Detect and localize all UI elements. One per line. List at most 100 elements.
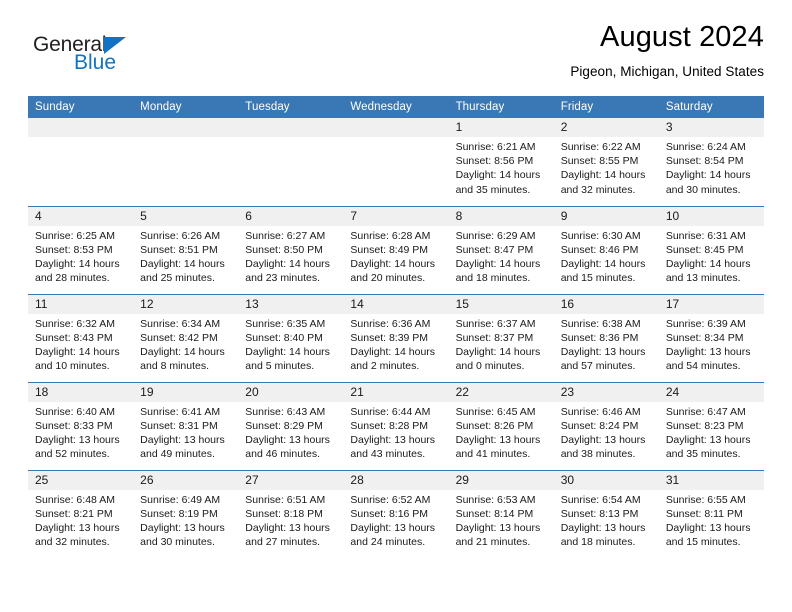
calendar-day-cell[interactable]: 10 Sunrise: 6:31 AM Sunset: 8:45 PM Dayli… bbox=[658, 205, 764, 294]
general-blue-logo[interactable]: General Blue bbox=[33, 34, 193, 82]
calendar-day-cell[interactable]: 19 Sunrise: 6:41 AM Sunset: 8:31 PM Dayli… bbox=[133, 381, 239, 470]
calendar-day-cell[interactable]: 16 Sunrise: 6:38 AM Sunset: 8:36 PM Dayli… bbox=[553, 293, 659, 382]
logo-text-blue: Blue bbox=[74, 51, 117, 74]
day-sun-details bbox=[343, 137, 448, 140]
day-sun-details: Sunrise: 6:27 AM Sunset: 8:50 PM Dayligh… bbox=[245, 229, 330, 285]
calendar-day-cell-empty bbox=[28, 118, 134, 206]
day-sun-details bbox=[238, 137, 343, 140]
calendar-day-cell[interactable]: 29 Sunrise: 6:53 AM Sunset: 8:14 PM Dayli… bbox=[448, 469, 554, 558]
calendar-page: General Blue August 2024 Pigeon, Michiga… bbox=[0, 0, 792, 612]
day-sun-details: Sunrise: 6:48 AM Sunset: 8:21 PM Dayligh… bbox=[35, 493, 120, 549]
day-number bbox=[28, 118, 134, 137]
day-number: 22 bbox=[448, 382, 554, 402]
calendar-day-cell[interactable]: 11 Sunrise: 6:32 AM Sunset: 8:43 PM Dayli… bbox=[28, 293, 134, 382]
day-sun-details: Sunrise: 6:22 AM Sunset: 8:55 PM Dayligh… bbox=[560, 141, 646, 196]
day-number: 10 bbox=[658, 206, 764, 226]
calendar-day-cell[interactable]: 27 Sunrise: 6:51 AM Sunset: 8:18 PM Dayli… bbox=[238, 469, 344, 558]
day-number: 13 bbox=[238, 294, 344, 314]
day-sun-details: Sunrise: 6:41 AM Sunset: 8:31 PM Dayligh… bbox=[140, 405, 225, 461]
day-number: 2 bbox=[553, 118, 659, 137]
day-sun-details: Sunrise: 6:29 AM Sunset: 8:47 PM Dayligh… bbox=[455, 229, 541, 285]
day-sun-details: Sunrise: 6:55 AM Sunset: 8:11 PM Dayligh… bbox=[665, 493, 751, 549]
day-number: 4 bbox=[28, 206, 134, 226]
day-sun-details: Sunrise: 6:25 AM Sunset: 8:53 PM Dayligh… bbox=[35, 229, 120, 285]
day-number: 7 bbox=[343, 206, 449, 226]
calendar-day-cell[interactable]: 4 Sunrise: 6:25 AM Sunset: 8:53 PM Daylig… bbox=[28, 205, 134, 294]
day-number bbox=[343, 118, 449, 137]
day-sun-details: Sunrise: 6:52 AM Sunset: 8:16 PM Dayligh… bbox=[350, 493, 436, 549]
calendar-day-cell[interactable]: 7 Sunrise: 6:28 AM Sunset: 8:49 PM Daylig… bbox=[343, 205, 449, 294]
day-sun-details: Sunrise: 6:44 AM Sunset: 8:28 PM Dayligh… bbox=[350, 405, 436, 461]
weekday-header-friday: Friday bbox=[553, 96, 659, 118]
day-sun-details: Sunrise: 6:26 AM Sunset: 8:51 PM Dayligh… bbox=[140, 229, 225, 285]
day-number: 17 bbox=[658, 294, 764, 314]
day-sun-details: Sunrise: 6:21 AM Sunset: 8:56 PM Dayligh… bbox=[455, 141, 541, 196]
day-sun-details: Sunrise: 6:36 AM Sunset: 8:39 PM Dayligh… bbox=[350, 317, 436, 373]
day-sun-details: Sunrise: 6:34 AM Sunset: 8:42 PM Dayligh… bbox=[140, 317, 225, 373]
weekday-header-sunday: Sunday bbox=[28, 96, 134, 118]
day-number bbox=[238, 118, 344, 137]
calendar-day-cell[interactable]: 30 Sunrise: 6:54 AM Sunset: 8:13 PM Dayli… bbox=[553, 469, 659, 558]
day-number bbox=[133, 118, 239, 137]
calendar-day-cell[interactable]: 3 Sunrise: 6:24 AM Sunset: 8:54 PM Daylig… bbox=[658, 118, 764, 206]
calendar-day-cell[interactable]: 18 Sunrise: 6:40 AM Sunset: 8:33 PM Dayli… bbox=[28, 381, 134, 470]
day-number: 29 bbox=[448, 470, 554, 490]
calendar-day-cell[interactable]: 6 Sunrise: 6:27 AM Sunset: 8:50 PM Daylig… bbox=[238, 205, 344, 294]
calendar-day-cell[interactable]: 9 Sunrise: 6:30 AM Sunset: 8:46 PM Daylig… bbox=[553, 205, 659, 294]
day-number: 8 bbox=[448, 206, 554, 226]
calendar-week-row: 1 Sunrise: 6:21 AM Sunset: 8:56 PM Daylig… bbox=[28, 118, 764, 206]
day-sun-details: Sunrise: 6:37 AM Sunset: 8:37 PM Dayligh… bbox=[455, 317, 541, 373]
day-number: 31 bbox=[658, 470, 764, 490]
calendar-day-cell[interactable]: 22 Sunrise: 6:45 AM Sunset: 8:26 PM Dayli… bbox=[448, 381, 554, 470]
day-number: 1 bbox=[448, 118, 554, 137]
day-sun-details: Sunrise: 6:46 AM Sunset: 8:24 PM Dayligh… bbox=[560, 405, 646, 461]
calendar-day-cell[interactable]: 25 Sunrise: 6:48 AM Sunset: 8:21 PM Dayli… bbox=[28, 469, 134, 558]
calendar-day-cell[interactable]: 20 Sunrise: 6:43 AM Sunset: 8:29 PM Dayli… bbox=[238, 381, 344, 470]
day-number: 3 bbox=[658, 118, 764, 137]
day-number: 30 bbox=[553, 470, 659, 490]
weekday-header-monday: Monday bbox=[133, 96, 239, 118]
calendar-week-row: 25 Sunrise: 6:48 AM Sunset: 8:21 PM Dayli… bbox=[28, 469, 764, 558]
calendar-day-cell[interactable]: 28 Sunrise: 6:52 AM Sunset: 8:16 PM Dayli… bbox=[343, 469, 449, 558]
calendar-week-row: 4 Sunrise: 6:25 AM Sunset: 8:53 PM Daylig… bbox=[28, 205, 764, 294]
day-number: 11 bbox=[28, 294, 134, 314]
calendar-day-cell[interactable]: 12 Sunrise: 6:34 AM Sunset: 8:42 PM Dayli… bbox=[133, 293, 239, 382]
calendar-day-cell-empty bbox=[133, 118, 239, 206]
day-number: 16 bbox=[553, 294, 659, 314]
calendar-day-cell[interactable]: 17 Sunrise: 6:39 AM Sunset: 8:34 PM Dayli… bbox=[658, 293, 764, 382]
day-number: 24 bbox=[658, 382, 764, 402]
day-sun-details: Sunrise: 6:40 AM Sunset: 8:33 PM Dayligh… bbox=[35, 405, 120, 461]
page-title: August 2024 bbox=[600, 21, 764, 53]
calendar-day-cell[interactable]: 31 Sunrise: 6:55 AM Sunset: 8:11 PM Dayli… bbox=[658, 469, 764, 558]
calendar-week-row: 18 Sunrise: 6:40 AM Sunset: 8:33 PM Dayli… bbox=[28, 381, 764, 470]
day-number: 6 bbox=[238, 206, 344, 226]
calendar-day-cell[interactable]: 13 Sunrise: 6:35 AM Sunset: 8:40 PM Dayli… bbox=[238, 293, 344, 382]
day-sun-details bbox=[133, 137, 238, 140]
calendar-day-cell[interactable]: 26 Sunrise: 6:49 AM Sunset: 8:19 PM Dayli… bbox=[133, 469, 239, 558]
day-sun-details: Sunrise: 6:24 AM Sunset: 8:54 PM Dayligh… bbox=[665, 141, 751, 196]
day-sun-details: Sunrise: 6:38 AM Sunset: 8:36 PM Dayligh… bbox=[560, 317, 646, 373]
calendar-day-cell[interactable]: 21 Sunrise: 6:44 AM Sunset: 8:28 PM Dayli… bbox=[343, 381, 449, 470]
calendar-day-cell[interactable]: 1 Sunrise: 6:21 AM Sunset: 8:56 PM Daylig… bbox=[448, 118, 554, 206]
day-sun-details: Sunrise: 6:28 AM Sunset: 8:49 PM Dayligh… bbox=[350, 229, 436, 285]
calendar-week-row: 11 Sunrise: 6:32 AM Sunset: 8:43 PM Dayli… bbox=[28, 293, 764, 382]
calendar-day-cell[interactable]: 5 Sunrise: 6:26 AM Sunset: 8:51 PM Daylig… bbox=[133, 205, 239, 294]
day-number: 9 bbox=[553, 206, 659, 226]
day-sun-details: Sunrise: 6:39 AM Sunset: 8:34 PM Dayligh… bbox=[665, 317, 751, 373]
weekday-header-wednesday: Wednesday bbox=[343, 96, 449, 118]
calendar-day-cell[interactable]: 15 Sunrise: 6:37 AM Sunset: 8:37 PM Dayli… bbox=[448, 293, 554, 382]
calendar-day-cell[interactable]: 8 Sunrise: 6:29 AM Sunset: 8:47 PM Daylig… bbox=[448, 205, 554, 294]
calendar-day-cell-empty bbox=[238, 118, 344, 206]
calendar-day-cell[interactable]: 2 Sunrise: 6:22 AM Sunset: 8:55 PM Daylig… bbox=[553, 118, 659, 206]
page-header: General Blue August 2024 Pigeon, Michiga… bbox=[28, 0, 764, 96]
day-number: 26 bbox=[133, 470, 239, 490]
day-sun-details: Sunrise: 6:51 AM Sunset: 8:18 PM Dayligh… bbox=[245, 493, 330, 549]
day-sun-details: Sunrise: 6:47 AM Sunset: 8:23 PM Dayligh… bbox=[665, 405, 751, 461]
day-number: 12 bbox=[133, 294, 239, 314]
calendar-body: 1 Sunrise: 6:21 AM Sunset: 8:56 PM Daylig… bbox=[28, 118, 764, 558]
calendar-day-cell[interactable]: 24 Sunrise: 6:47 AM Sunset: 8:23 PM Dayli… bbox=[658, 381, 764, 470]
calendar-day-cell[interactable]: 14 Sunrise: 6:36 AM Sunset: 8:39 PM Dayli… bbox=[343, 293, 449, 382]
sunrise-sunset-calendar: Sunday Monday Tuesday Wednesday Thursday… bbox=[28, 96, 764, 558]
calendar-day-cell[interactable]: 23 Sunrise: 6:46 AM Sunset: 8:24 PM Dayli… bbox=[553, 381, 659, 470]
day-number: 5 bbox=[133, 206, 239, 226]
